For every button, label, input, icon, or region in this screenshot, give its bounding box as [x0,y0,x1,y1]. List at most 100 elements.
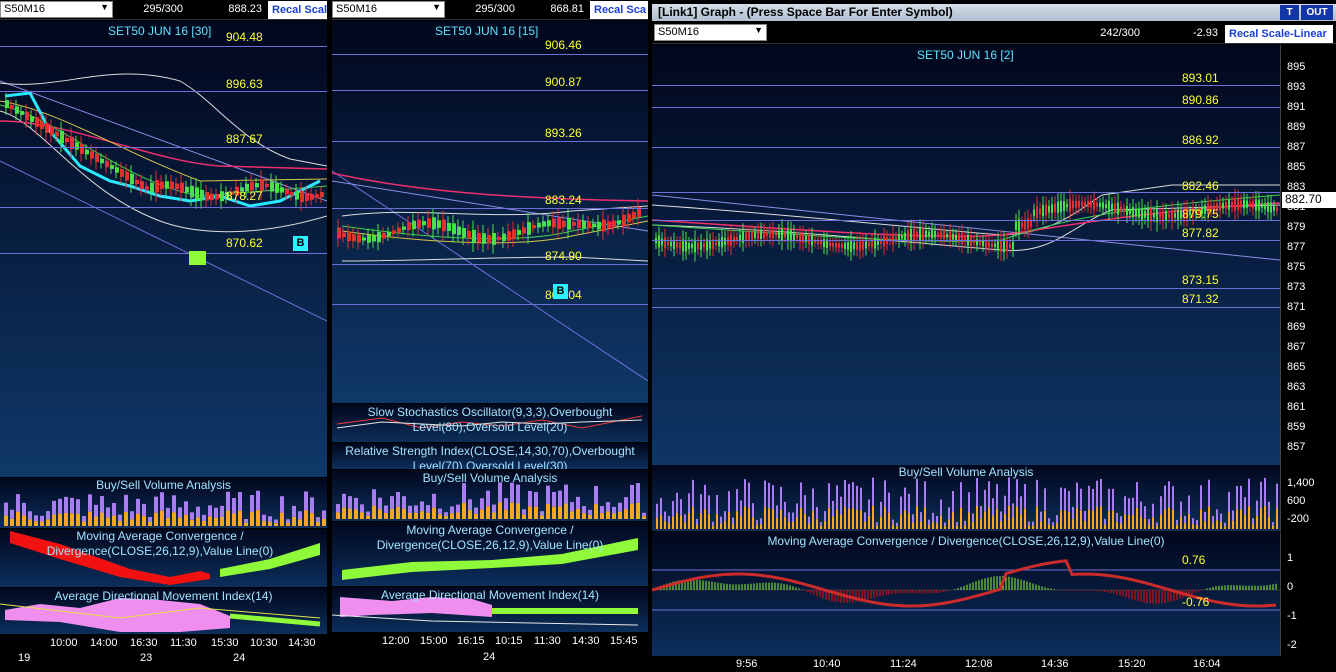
candle [1120,206,1122,212]
candle [820,240,822,245]
macd-tick: 0 [1287,581,1294,593]
price-chart-area[interactable]: SET50 JUN 16 [30] 904.48 896.63 887.67 8… [0,21,327,477]
buy-signal-marker[interactable]: B [293,236,308,251]
date-axis: 19 23 24 [0,651,327,665]
volume-bar [676,492,678,513]
candle [1108,200,1110,213]
candle [290,191,294,196]
buy-signal-marker[interactable]: B [553,284,568,299]
volume-bar [540,515,544,519]
volume-bar [1020,496,1022,515]
candle [597,221,601,230]
volume-bar [804,513,806,529]
volume-bar [88,511,92,526]
volume-bar [824,511,826,521]
signal-marker[interactable] [189,251,206,265]
volume-bar [828,508,830,529]
volume-bar [668,516,670,524]
volume-bar [1160,496,1162,515]
volume-bar [220,505,224,517]
time-tick: 10:40 [813,658,841,670]
volume-bar [342,493,346,508]
candle [1075,200,1077,208]
volume-bar [836,509,838,529]
volume-bar [1112,488,1114,511]
volume-bar [1068,511,1070,529]
volume-bar [1180,516,1182,529]
volume-bar [486,490,490,507]
candle [754,232,756,238]
time-tick: 12:08 [965,658,993,670]
volume-bar [992,498,994,516]
time-tick: 16:15 [457,635,485,647]
candle [422,221,426,226]
volume-bar [1252,518,1254,525]
volume-bar [1156,526,1158,529]
volume-bar [680,499,682,516]
volume-bar [534,492,538,507]
volume-bar [1204,511,1206,522]
time-tick: 15:45 [610,635,638,647]
volume-bar [972,522,974,529]
volume-bar [852,482,854,508]
bar-count: 242/300 [1100,27,1140,39]
macd-pane[interactable]: Moving Average Convergence / Divergence(… [332,522,648,586]
candle [940,231,942,239]
volume-bar [214,517,218,526]
volume-bar [142,503,146,517]
volume-bar [792,512,794,522]
candle [1225,201,1227,209]
candle [617,220,621,225]
price-chart-area[interactable]: SET50 JUN 16 [15] 906.46 900.87 893.26 8… [332,21,648,403]
volume-pane[interactable]: Buy/Sell Volume Analysis [0,478,327,528]
volume-bar [1164,509,1166,529]
volume-bar [904,487,906,511]
t-button[interactable]: T [1280,5,1299,20]
macd-pane[interactable]: Moving Average Convergence / Divergence(… [652,532,1280,656]
candle [572,221,576,226]
candle [832,242,834,247]
out-button[interactable]: OUT [1301,5,1333,20]
volume-pane[interactable]: Buy/Sell Volume Analysis [652,465,1280,531]
volume-bar [1008,477,1010,506]
volume-bar [980,506,982,519]
volume-bar [88,494,92,512]
volume-bar [676,512,678,529]
volume-pane[interactable]: Buy/Sell Volume Analysis [332,470,648,521]
volume-bar [202,514,206,521]
volume-bar [384,505,388,513]
volume-bar [1132,514,1134,529]
volume-bar [1116,512,1118,522]
adx-pane[interactable]: Average Directional Movement Index(14) [0,588,327,634]
volume-bar [852,507,854,529]
candle [1141,207,1143,220]
recal-scale-button[interactable]: Recal Scal [268,1,327,19]
volume-bar [1208,506,1210,529]
symbol-select[interactable]: S50M16 ▼ [332,1,445,18]
volume-bar [880,501,882,517]
volume-bar [684,514,686,523]
symbol-select[interactable]: S50M16 ▼ [0,1,113,18]
candle [1174,213,1176,218]
candle [310,193,314,200]
recal-scale-button[interactable]: Recal Sca [590,1,648,19]
volume-bar [1172,486,1174,510]
bar-count: 295/300 [143,3,183,15]
symbol-select[interactable]: S50M16 ▼ [654,24,767,41]
volume-bar [220,516,224,526]
recal-scale-button[interactable]: Recal Scale-Linear [1225,25,1333,43]
macd-pane[interactable]: Moving Average Convergence / Divergence(… [0,529,327,587]
volume-bar [426,512,430,519]
volume-bar [1104,524,1106,529]
stochastic-pane[interactable]: Slow Stochastics Oscillator(9,3,3),Overb… [332,404,648,442]
candle [1132,206,1134,218]
volume-bar [166,507,170,518]
volume-bar [1052,525,1054,529]
adx-pane[interactable]: Average Directional Movement Index(14) [332,587,648,632]
price-chart-area[interactable]: SET50 JUN 16 [2] 893.01 890.86 886.92 88… [652,45,1280,485]
rsi-pane[interactable]: Relative Strength Index(CLOSE,14,30,70),… [332,443,648,469]
volume-bar [238,492,242,511]
level-line [652,147,1280,148]
candle [190,185,194,198]
candle [835,242,837,248]
